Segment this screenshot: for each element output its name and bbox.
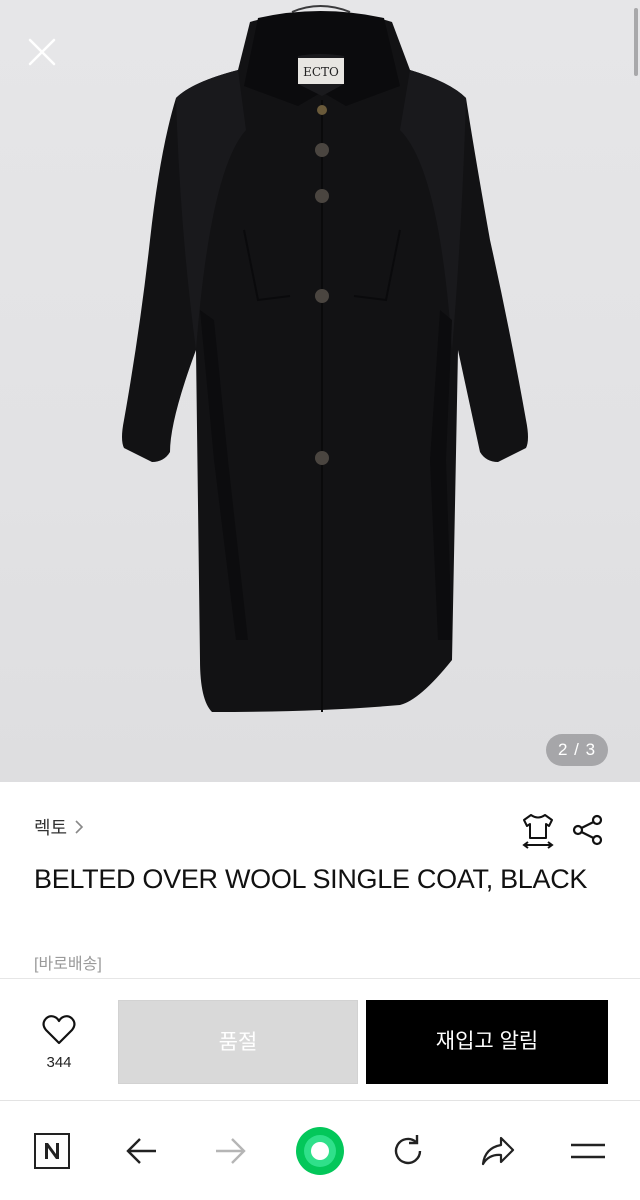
forward-button[interactable]	[198, 1101, 262, 1200]
close-icon[interactable]	[22, 32, 62, 72]
heart-icon	[42, 1015, 76, 1045]
product-title: BELTED OVER WOOL SINGLE COAT, BLACK	[34, 864, 588, 894]
coat-label-text: ECTO	[303, 65, 339, 79]
green-dot-icon	[296, 1127, 344, 1175]
menu-icon	[571, 1143, 605, 1159]
soldout-button: 품절	[118, 1000, 358, 1084]
naver-n-icon	[34, 1133, 70, 1169]
back-button[interactable]	[110, 1101, 174, 1200]
image-counter: 2 / 3	[546, 734, 608, 766]
coat-photo: ECTO	[122, 5, 528, 712]
restock-alert-button[interactable]: 재입고 알림	[366, 1000, 608, 1084]
product-image-gallery[interactable]: ECTO 2 / 3	[0, 0, 640, 782]
refresh-icon	[394, 1135, 422, 1165]
brand-link[interactable]: 렉토	[34, 814, 85, 840]
section-divider	[0, 978, 640, 979]
scrollbar-thumb[interactable]	[634, 8, 638, 76]
menu-button[interactable]	[556, 1101, 620, 1200]
like-count: 344	[46, 1054, 72, 1071]
share-icon[interactable]	[570, 812, 606, 848]
browser-toolbar	[0, 1100, 640, 1200]
back-arrow-icon	[126, 1138, 156, 1164]
share-page-button[interactable]	[466, 1101, 530, 1200]
delivery-badge: [바로배송]	[34, 956, 102, 973]
brand-name: 렉토	[34, 818, 68, 838]
chevron-right-icon	[75, 820, 84, 834]
green-dot-button[interactable]	[288, 1101, 352, 1200]
shirt-size-icon[interactable]	[520, 812, 556, 850]
naver-home-button[interactable]	[20, 1101, 84, 1200]
forward-arrow-icon	[216, 1138, 246, 1164]
share-arrow-icon	[481, 1136, 515, 1166]
refresh-button[interactable]	[376, 1101, 440, 1200]
like-button[interactable]: 344	[30, 1014, 88, 1071]
